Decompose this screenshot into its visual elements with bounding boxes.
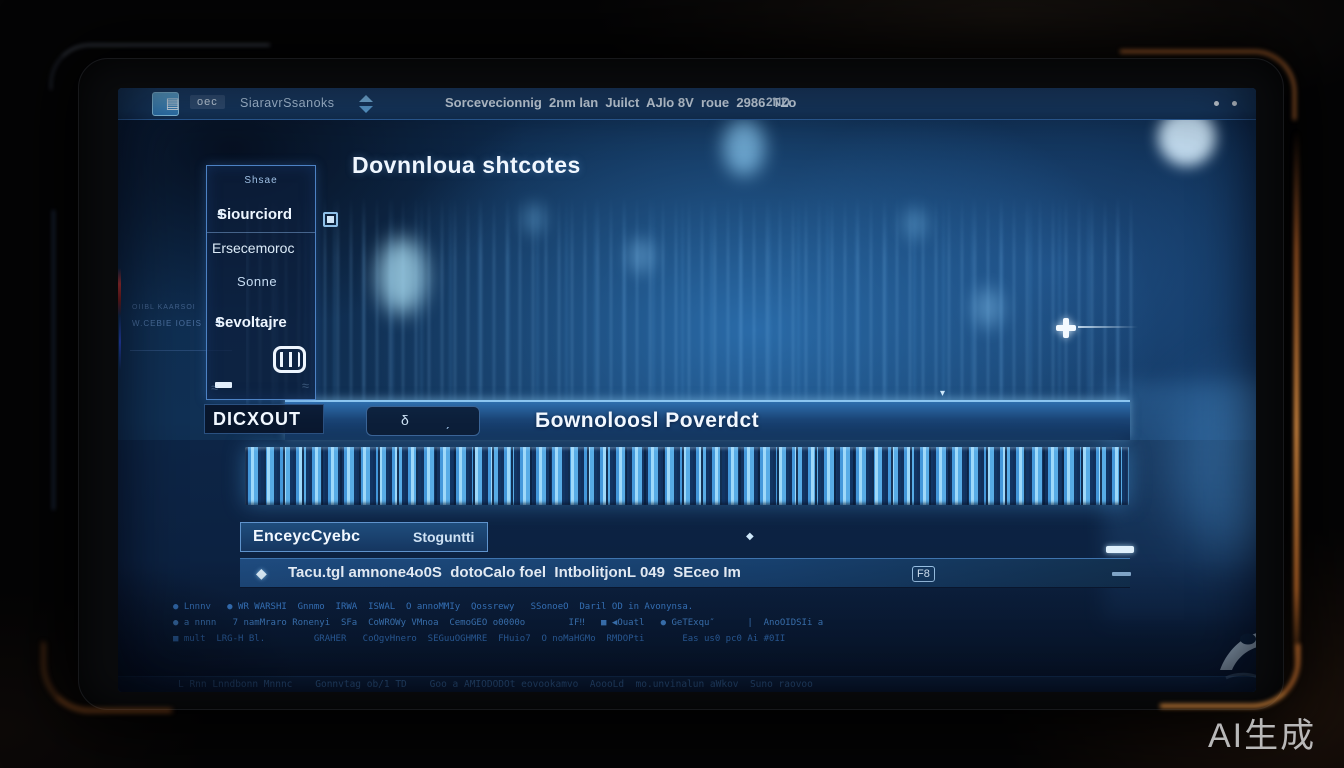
bars-icon[interactable] (273, 346, 306, 373)
edge-stripe-blue (119, 314, 121, 370)
page-title: Dovnnloua shtcotes (352, 152, 581, 179)
sidebar-item-label: Siourciord (217, 206, 292, 223)
decor-glyph: ≈ (302, 378, 309, 393)
status-badge: F8 (912, 566, 935, 582)
sort-updown-icon[interactable] (358, 95, 374, 113)
menu-item-left[interactable]: SiaravrSsanoks (240, 96, 335, 110)
edge-stripe-red (118, 268, 121, 316)
menu-items[interactable]: Sorcevecionnig 2nm lan Juilct AJlo 8V ro… (445, 95, 796, 110)
app-icon[interactable]: ▤ (152, 92, 179, 116)
status-text: Tacu.tgl amnone4o0S dotoCalo foel Intbol… (288, 564, 741, 581)
detail-row: ■ mult LRG-H Bl. GRAHER CoOgvHnero SEGuu… (173, 631, 1173, 647)
detail-row: ● Lnnnv ● WR WARSHI Gnnmo IRWA ISWAL O a… (173, 599, 1173, 615)
bottom-status-bar: L Rnn Lnndbonn Mnnnc Gonnvtag ob/1 TD Go… (118, 676, 1256, 692)
bokeh-blob (723, 118, 765, 176)
bottom-status-text: L Rnn Lnndbonn Mnnnc Gonnvtag ob/1 TD Go… (178, 679, 813, 690)
faint-side-text: W.CEBIE IOEIS (132, 319, 202, 328)
sidebar-item-label: Ersecemoroc (212, 240, 294, 256)
bezel-rim-glow-right (1294, 130, 1299, 670)
top-menu-bar: ▤ oec SiaravrSsanoks Sorcevecionnig 2nm … (118, 88, 1256, 120)
app-icon-glyph: ▤ (166, 93, 180, 115)
bezel-rim-glow-left (52, 210, 55, 510)
sidebar-footer-label: DICXOUT (213, 409, 301, 430)
tab-enceyccyebc[interactable]: EnceycCyebc (253, 528, 360, 546)
detail-text-block: ● Lnnnv ● WR WARSHI Gnnmo IRWA ISWAL O a… (173, 599, 1173, 647)
photo-background: ▤ oec SiaravrSsanoks Sorcevecionnig 2nm … (0, 0, 1344, 768)
status-diamond-icon: ◆ (256, 565, 267, 582)
checkbox-icon[interactable] (323, 212, 338, 227)
sidebar-item-label: Sonne (237, 274, 277, 289)
note-glyph-icon: δ (401, 412, 409, 428)
sidebar-header: Shsae (207, 175, 315, 186)
window-controls[interactable] (1214, 100, 1248, 108)
small-dash-indicator[interactable] (1112, 572, 1131, 576)
detail-row: ● a nnnn 7 namMraro Ronenyi SFa CoWROWy … (173, 615, 1173, 631)
plus-cursor-icon (1056, 318, 1076, 338)
sidebar-panel: Shsae +Siourciord Ersecemoroc Sonne +Sev… (206, 165, 316, 400)
section-title: Бownoloosl Poverdct (535, 409, 759, 433)
tabs-bar: EnceycCyebc Stoguntti (240, 522, 488, 552)
diamond-marker-icon: ◆ (746, 531, 754, 542)
menu-item-right[interactable]: 2ND (766, 95, 790, 109)
status-row[interactable]: ◆ Tacu.tgl amnone4o0S dotoCalo foel Intb… (240, 558, 1130, 588)
eye-swoosh-logo (1216, 624, 1256, 688)
down-marker-icon: ▾ (940, 388, 945, 399)
transport-tab[interactable]: δ ˏ (366, 406, 480, 436)
sidebar-divider (207, 232, 315, 233)
tab-stoguntti[interactable]: Stoguntti (413, 529, 474, 545)
decor-glyph: ≈ (211, 380, 218, 395)
menu-chip[interactable]: oec (190, 95, 225, 109)
waveform-streaks-background (246, 196, 1138, 416)
audio-waveform[interactable] (245, 447, 1129, 505)
bright-dash-indicator[interactable] (1106, 546, 1134, 553)
comma-glyph-icon: ˏ (445, 413, 450, 429)
sidebar-footer-box[interactable]: DICXOUT (204, 404, 324, 434)
ai-watermark: AI生成 (1208, 708, 1316, 757)
sidebar-item-label: Sevoltajre (215, 314, 287, 331)
cursor-trail-line (1078, 326, 1138, 328)
app-screen: ▤ oec SiaravrSsanoks Sorcevecionnig 2nm … (118, 88, 1256, 692)
faint-side-text: OIIBL KAARSOI (132, 304, 196, 311)
